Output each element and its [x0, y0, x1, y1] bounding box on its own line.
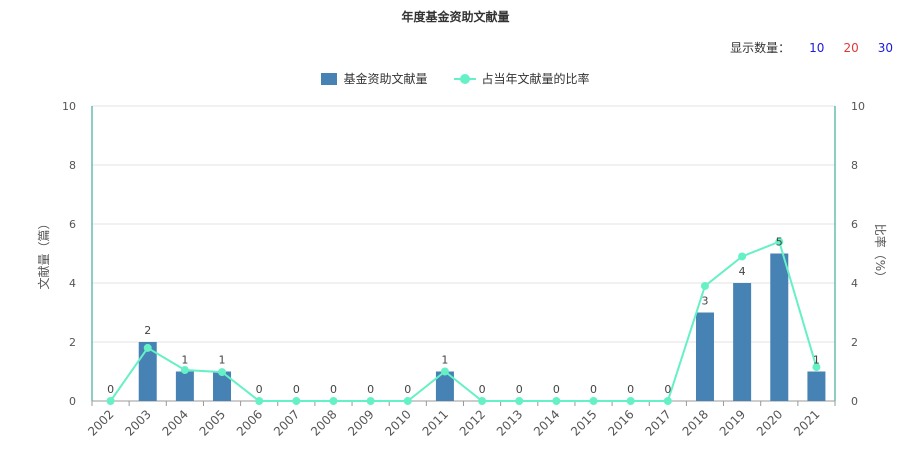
x-tick-label: 2004 — [159, 407, 190, 438]
x-tick-label: 2006 — [234, 407, 265, 438]
y-right-tick-label: 6 — [851, 218, 858, 231]
ratio-point — [143, 343, 152, 352]
y-left-tick-label: 0 — [69, 395, 76, 408]
bar-data-label: 2 — [144, 324, 151, 337]
y-right-axis-title: 比率（%） — [873, 224, 888, 283]
y-left-tick-label: 8 — [69, 159, 76, 172]
ratio-point — [403, 397, 412, 405]
ratio-point — [478, 397, 487, 405]
y-right-tick-label: 0 — [851, 395, 858, 408]
bar-data-label: 0 — [627, 383, 634, 396]
y-left-axis-title: 文献量（篇） — [36, 217, 51, 289]
bar-data-label: 0 — [404, 383, 411, 396]
x-tick-label: 2018 — [680, 407, 711, 438]
y-right-tick-label: 8 — [851, 159, 858, 172]
x-tick-label: 2021 — [791, 407, 822, 438]
x-tick-label: 2019 — [717, 407, 748, 438]
bar-data-label: 0 — [367, 383, 374, 396]
bar-data-label: 0 — [479, 383, 486, 396]
bar-data-label: 3 — [701, 295, 708, 308]
x-tick-label: 2020 — [754, 407, 785, 438]
x-tick-label: 2013 — [494, 407, 525, 438]
ratio-point — [552, 397, 561, 405]
bar-data-label: 0 — [590, 383, 597, 396]
bar-data-label: 5 — [776, 236, 783, 249]
ratio-point — [589, 397, 598, 405]
x-tick-label: 2005 — [197, 407, 228, 438]
bar — [807, 371, 826, 401]
y-right-tick-label: 10 — [851, 100, 865, 113]
x-tick-label: 2009 — [345, 407, 376, 438]
ratio-point — [366, 397, 375, 405]
bar-data-label: 1 — [219, 354, 226, 367]
bar-data-label: 1 — [181, 354, 188, 367]
y-right-tick-label: 2 — [851, 336, 858, 349]
bar-data-label: 0 — [107, 383, 114, 396]
x-tick-label: 2010 — [382, 407, 413, 438]
ratio-point — [626, 397, 635, 405]
bar — [733, 283, 752, 401]
ratio-point — [180, 366, 189, 375]
bar-data-label: 0 — [516, 383, 523, 396]
ratio-point — [700, 281, 709, 290]
y-left-tick-label: 6 — [69, 218, 76, 231]
ratio-point — [663, 397, 672, 405]
ratio-point — [738, 252, 747, 261]
y-left-tick-label: 10 — [62, 100, 76, 113]
x-tick-label: 2008 — [308, 407, 339, 438]
x-tick-label: 2012 — [457, 407, 488, 438]
bar-data-label: 0 — [664, 383, 671, 396]
bar-data-label: 1 — [441, 354, 448, 367]
bar — [175, 371, 194, 401]
bar — [695, 312, 714, 401]
y-right-tick-label: 4 — [851, 277, 858, 290]
y-left-tick-label: 2 — [69, 336, 76, 349]
bar-data-label: 0 — [256, 383, 263, 396]
bar — [770, 253, 789, 401]
bar-data-label: 1 — [813, 354, 820, 367]
ratio-point — [218, 368, 227, 377]
bar-data-label: 0 — [293, 383, 300, 396]
bar-data-label: 0 — [553, 383, 560, 396]
ratio-point — [329, 397, 338, 405]
y-left-tick-label: 4 — [69, 277, 76, 290]
ratio-point — [440, 367, 449, 376]
x-tick-label: 2017 — [642, 407, 673, 438]
x-tick-label: 2011 — [420, 407, 451, 438]
bar-data-label: 0 — [330, 383, 337, 396]
ratio-point — [292, 397, 301, 405]
ratio-point — [515, 397, 524, 405]
ratio-point — [106, 397, 115, 405]
x-tick-label: 2007 — [271, 407, 302, 438]
x-tick-label: 2015 — [568, 407, 599, 438]
bar-data-label: 4 — [739, 265, 746, 278]
x-tick-label: 2003 — [122, 407, 153, 438]
ratio-point — [255, 397, 264, 405]
x-tick-label: 2014 — [531, 407, 562, 438]
x-tick-label: 2016 — [605, 407, 636, 438]
x-tick-label: 2002 — [85, 407, 116, 438]
chart-plot: 0 02 24 46 68 810 10文献量（篇） 比率（%）2002 2003 2004 200… — [36, 100, 888, 439]
